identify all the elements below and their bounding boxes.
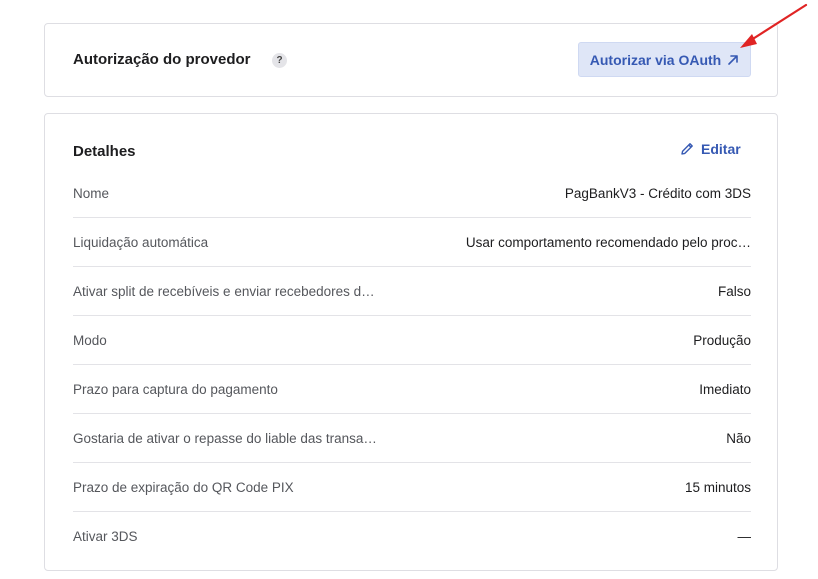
detail-row-modo: Modo Produção bbox=[73, 316, 751, 365]
detail-value: 15 minutos bbox=[684, 479, 751, 495]
detail-value: Usar comportamento recomendado pelo proc… bbox=[465, 234, 751, 250]
detail-value: — bbox=[737, 529, 752, 544]
detail-row-nome: Nome PagBankV3 - Crédito com 3DS bbox=[73, 169, 751, 218]
detail-label: Prazo de expiração do QR Code PIX bbox=[73, 479, 294, 495]
authorize-oauth-label: Autorizar via OAuth bbox=[589, 51, 722, 68]
detail-label: Ativar 3DS bbox=[73, 529, 138, 544]
detail-row-3ds: Ativar 3DS — bbox=[73, 512, 751, 561]
detail-label: Prazo para captura do pagamento bbox=[73, 381, 278, 397]
detail-label: Liquidação automática bbox=[73, 234, 209, 250]
detail-value: Imediato bbox=[699, 381, 751, 397]
detail-value: Não bbox=[726, 430, 751, 446]
detail-row-liquidacao: Liquidação automática Usar comportamento… bbox=[73, 218, 751, 267]
detail-label: Ativar split de recebíveis e enviar rece… bbox=[73, 283, 375, 299]
provider-authorization-title: Autorização do provedor bbox=[73, 51, 251, 68]
provider-authorization-card: Autorização do provedor ? Autorizar via … bbox=[44, 23, 778, 97]
edit-label: Editar bbox=[701, 141, 741, 157]
pencil-icon bbox=[681, 143, 693, 155]
details-card: Detalhes Editar Nome PagBankV3 - Crédito… bbox=[44, 113, 778, 571]
details-title: Detalhes bbox=[73, 143, 136, 160]
external-link-arrow-icon bbox=[728, 54, 739, 65]
detail-value: Produção bbox=[693, 332, 751, 348]
help-icon[interactable]: ? bbox=[272, 53, 287, 68]
detail-value: PagBankV3 - Crédito com 3DS bbox=[564, 185, 751, 201]
details-list: Nome PagBankV3 - Crédito com 3DS Liquida… bbox=[73, 169, 751, 561]
edit-button[interactable]: Editar bbox=[679, 141, 741, 157]
detail-row-qr-pix: Prazo de expiração do QR Code PIX 15 min… bbox=[73, 463, 751, 512]
detail-row-prazo-captura: Prazo para captura do pagamento Imediato bbox=[73, 365, 751, 414]
detail-row-split: Ativar split de recebíveis e enviar rece… bbox=[73, 267, 751, 316]
detail-label: Modo bbox=[73, 332, 107, 348]
detail-label: Gostaria de ativar o repasse do liable d… bbox=[73, 430, 377, 446]
detail-label: Nome bbox=[73, 185, 110, 201]
authorize-oauth-button[interactable]: Autorizar via OAuth bbox=[578, 42, 751, 77]
detail-value: Falso bbox=[717, 283, 751, 299]
detail-row-repasse-liable: Gostaria de ativar o repasse do liable d… bbox=[73, 414, 751, 463]
